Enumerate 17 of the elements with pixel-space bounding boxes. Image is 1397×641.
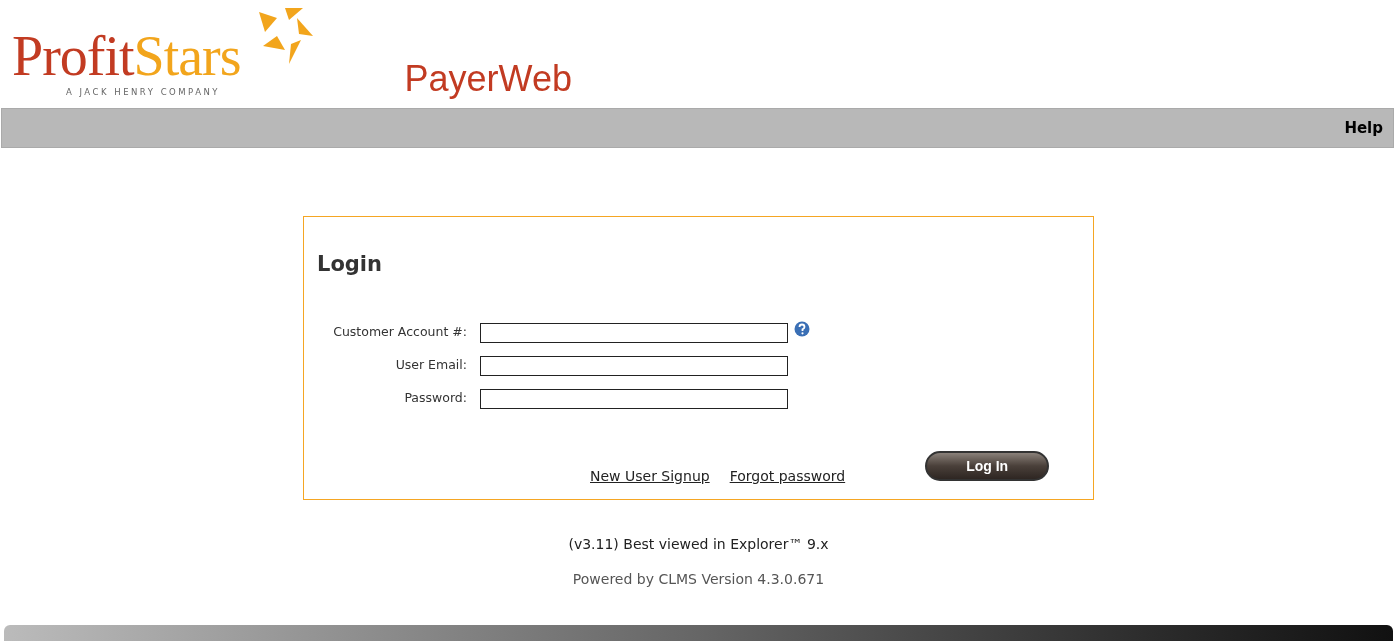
input-field[interactable] xyxy=(480,322,788,343)
help-link[interactable]: Help xyxy=(1344,116,1383,140)
text-link[interactable]: New User Signup xyxy=(590,466,710,487)
login-title: Login xyxy=(317,251,383,278)
field-label: User Email: xyxy=(394,356,467,375)
logo-wordmark: ProfitStars xyxy=(12,28,241,84)
login-button[interactable]: Log In xyxy=(925,451,1050,481)
field-label: Password: xyxy=(403,389,467,408)
logo-tagline: A JACK HENRY COMPANY xyxy=(66,86,222,99)
input-field[interactable] xyxy=(480,388,788,409)
field-label: Customer Account #: xyxy=(332,323,467,342)
powered-by-note: Powered by CLMS Version 4.3.0.671 xyxy=(572,570,825,589)
version-note: (v3.11) Best viewed in Explorer™ 9.x xyxy=(568,535,829,554)
text-link[interactable]: Forgot password xyxy=(729,466,846,487)
input-field[interactable] xyxy=(480,355,788,376)
help-icon[interactable] xyxy=(794,320,810,337)
app-title: PayerWeb xyxy=(404,57,572,101)
